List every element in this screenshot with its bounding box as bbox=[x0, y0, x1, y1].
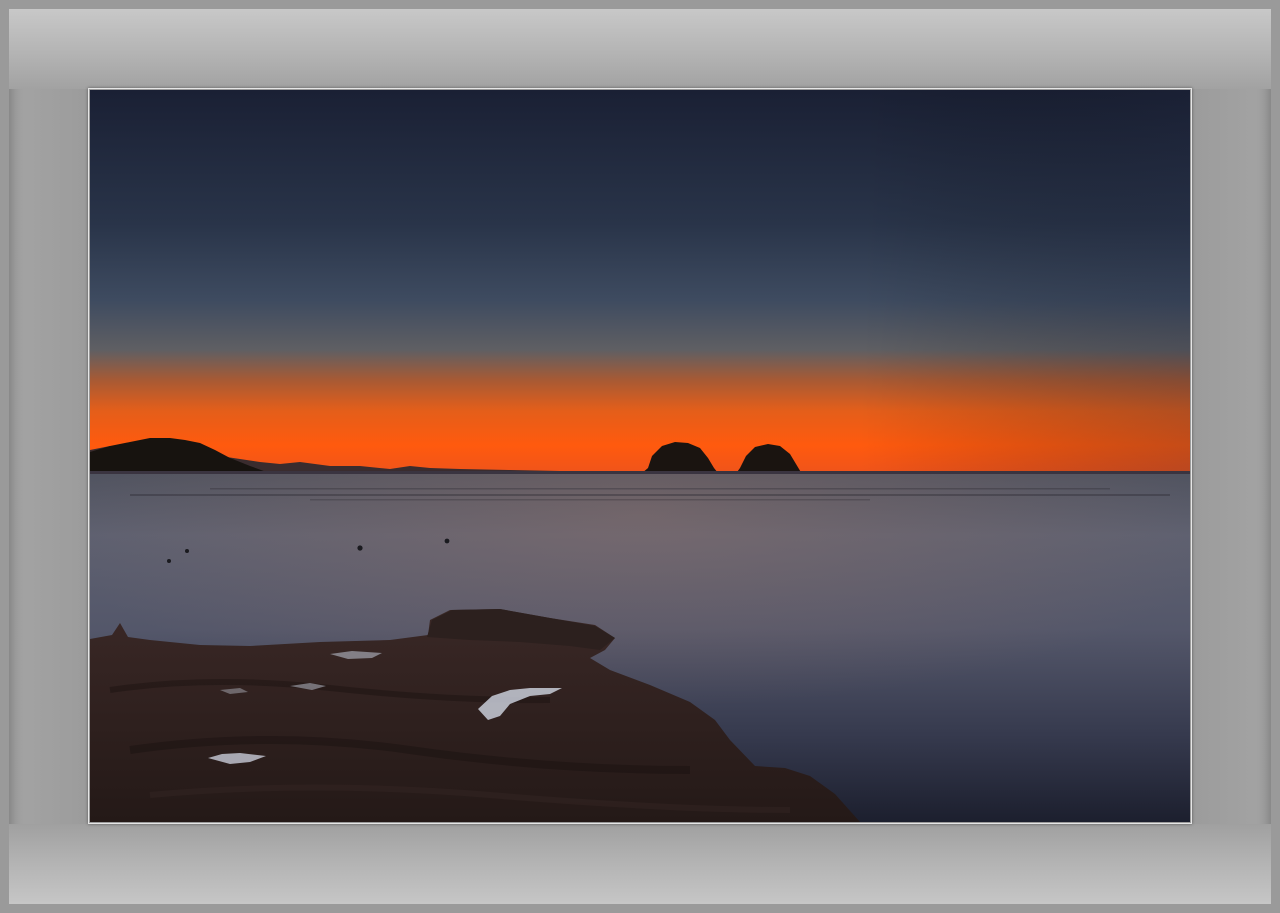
horizon-line bbox=[90, 471, 1190, 474]
sky-edge-shade bbox=[90, 90, 1190, 472]
sunset-scene bbox=[90, 90, 1190, 822]
frame-mat-bottom-highlight bbox=[9, 824, 1271, 904]
buoy bbox=[444, 538, 450, 544]
frame-mat-top-highlight bbox=[9, 9, 1271, 89]
sunset-photo bbox=[90, 90, 1190, 822]
buoy bbox=[185, 549, 189, 553]
buoy bbox=[167, 559, 171, 563]
buoy bbox=[357, 545, 363, 551]
